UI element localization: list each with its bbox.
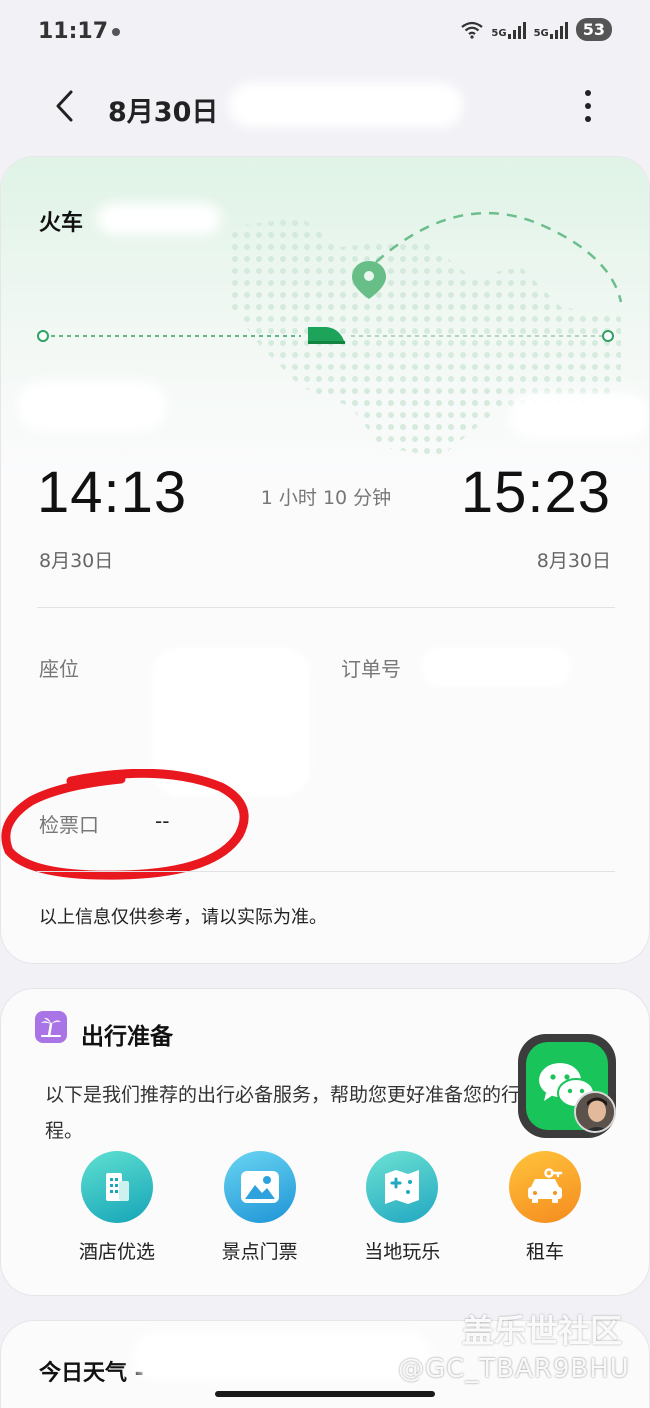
wifi-icon bbox=[461, 21, 484, 39]
arrival-time: 15:23 bbox=[460, 460, 611, 525]
watermark-user: @GC_TBAR9BHU bbox=[398, 1354, 630, 1384]
redaction bbox=[131, 1331, 431, 1381]
service-label: 租车 bbox=[525, 1241, 564, 1263]
more-vertical-icon bbox=[585, 90, 591, 96]
top-app-bar: 8月30日 bbox=[0, 70, 650, 144]
redaction bbox=[97, 203, 221, 235]
chevron-left-icon bbox=[56, 90, 73, 122]
service-car-rental[interactable]: 租车 bbox=[489, 1151, 601, 1264]
palm-tree-icon bbox=[35, 1011, 67, 1043]
network-type: 5G bbox=[491, 27, 507, 39]
status-time: 11:17 bbox=[38, 19, 109, 44]
order-number-label: 订单号 bbox=[341, 657, 401, 681]
service-label: 酒店优选 bbox=[78, 1241, 155, 1263]
service-local-fun[interactable]: 当地玩乐 bbox=[346, 1151, 458, 1264]
hotel-icon bbox=[81, 1151, 153, 1223]
battery-indicator: 53 bbox=[575, 18, 612, 41]
page-title: 8月30日 bbox=[108, 97, 219, 128]
service-list: 酒店优选 景点门票 当地玩乐 租车 bbox=[61, 1151, 601, 1264]
watermark-site: 盖乐世社区 bbox=[462, 1312, 623, 1350]
signal-icon: 5G bbox=[491, 21, 526, 39]
notification-dot bbox=[112, 28, 120, 36]
annotation-circle bbox=[1, 769, 249, 880]
avatar bbox=[574, 1091, 616, 1133]
departure-date: 8月30日 bbox=[39, 550, 114, 572]
status-bar: 11:17 5G 5G 53 bbox=[0, 0, 650, 66]
service-hotel[interactable]: 酒店优选 bbox=[61, 1151, 173, 1264]
ticket-type: 火车 bbox=[39, 211, 84, 236]
section-title: 出行准备 bbox=[81, 1024, 173, 1050]
redaction bbox=[509, 393, 649, 439]
origin-dot-icon bbox=[37, 330, 49, 342]
redaction bbox=[228, 82, 464, 128]
car-icon bbox=[508, 1151, 581, 1223]
divider bbox=[37, 871, 615, 872]
map-icon bbox=[366, 1151, 439, 1223]
redaction bbox=[421, 647, 571, 687]
weather-title: 今日天气 - bbox=[39, 1361, 144, 1386]
ticket-card[interactable]: 火车 14:13 1 小时 10 分钟 15:23 8月30日 8月30日 座位… bbox=[0, 156, 650, 964]
network-type: 5G bbox=[533, 27, 549, 39]
service-attractions[interactable]: 景点门票 bbox=[204, 1151, 316, 1264]
status-icons: 5G 5G 53 bbox=[461, 18, 612, 41]
seat-label: 座位 bbox=[39, 657, 79, 681]
arrival-date: 8月30日 bbox=[536, 550, 611, 572]
destination-dot-icon bbox=[602, 330, 614, 342]
service-label: 当地玩乐 bbox=[364, 1241, 441, 1263]
redaction bbox=[17, 381, 167, 431]
more-button[interactable] bbox=[576, 86, 600, 126]
divider bbox=[37, 607, 615, 608]
back-button[interactable] bbox=[44, 84, 84, 128]
landscape-icon bbox=[223, 1151, 296, 1223]
section-description: 以下是我们推荐的出行必备服务，帮助您更好准备您的行程。 bbox=[45, 1084, 521, 1142]
service-label: 景点门票 bbox=[221, 1241, 298, 1263]
home-indicator[interactable] bbox=[215, 1391, 435, 1397]
signal-icon: 5G bbox=[534, 21, 568, 39]
disclaimer-text: 以上信息仅供参考，请以实际为准。 bbox=[39, 907, 327, 928]
